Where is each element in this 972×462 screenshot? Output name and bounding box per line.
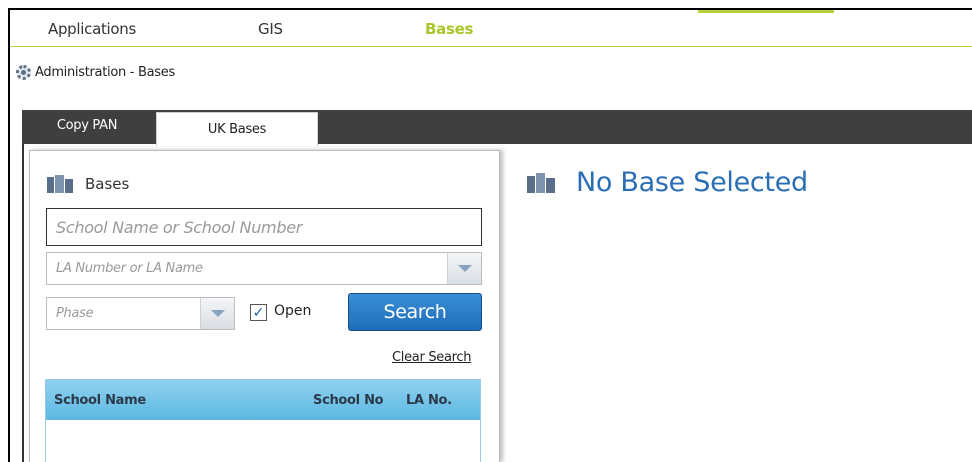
phase-dropdown-button[interactable] [200,298,234,329]
clear-search-link[interactable]: Clear Search [392,350,472,365]
panel-title-text: Bases [85,175,130,193]
base-icon [527,172,555,193]
open-checkbox-label[interactable]: Open [274,303,311,319]
detail-header: No Base Selected [527,167,808,198]
panel-title: Bases [47,175,129,193]
base-icon [47,175,73,193]
la-select[interactable]: LA Number or LA Name [46,252,482,285]
column-header-school-name[interactable]: School Name [54,393,146,408]
nav-item-gis[interactable]: GIS [258,20,283,38]
phase-select[interactable]: Phase [46,297,235,330]
tab-bar: Copy PAN UK Bases [22,110,972,146]
grid-header: School Name School No LA No. [46,380,480,420]
chevron-down-icon [210,310,225,317]
column-header-la-no[interactable]: LA No. [406,393,452,408]
nav-item-bases[interactable]: Bases [425,20,473,38]
phase-select-placeholder: Phase [56,306,94,321]
tab-uk-bases[interactable]: UK Bases [156,112,318,146]
content-border [22,144,24,462]
bases-search-panel: Bases School Name or School Number LA Nu… [29,150,500,462]
tab-copy-pan[interactable]: Copy PAN [22,110,152,144]
la-select-placeholder: LA Number or LA Name [56,261,203,276]
chevron-down-icon [457,265,472,272]
open-checkbox[interactable]: ✓ [250,304,267,321]
top-navigation: Applications GIS Bases [10,10,972,47]
gear-icon [16,64,31,80]
results-grid: School Name School No LA No. [45,379,481,462]
column-header-school-no[interactable]: School No [313,393,384,408]
nav-accent-bar [698,10,834,13]
breadcrumb: Administration - Bases [16,62,175,82]
search-button[interactable]: Search [348,293,482,331]
no-base-selected-title: No Base Selected [576,167,808,198]
nav-item-applications[interactable]: Applications [48,20,136,38]
la-dropdown-button[interactable] [447,253,481,284]
window-frame-left [8,8,10,462]
breadcrumb-text: Administration - Bases [35,64,175,80]
school-search-input[interactable]: School Name or School Number [46,208,482,246]
